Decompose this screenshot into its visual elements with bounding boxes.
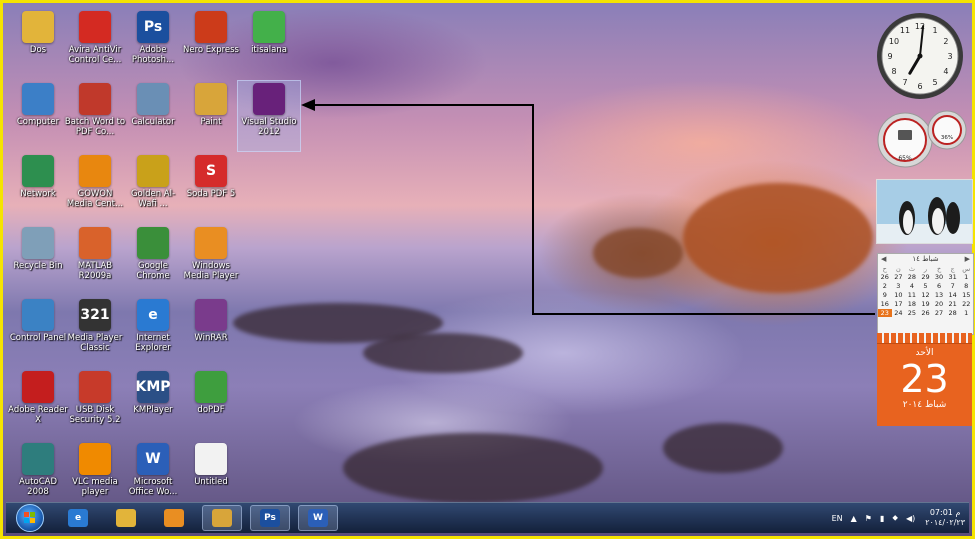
word-icon: W [308,509,328,527]
paint-icon [212,509,232,527]
folder-icon [116,509,136,527]
flag-icon[interactable]: ⚑ [865,514,872,523]
photoshop-taskbar-button[interactable]: Ps [250,505,290,531]
desktop[interactable]: Dos Avira AntiVir Control Ce... Ps Adobe Ph… [0,0,975,539]
word-taskbar-button[interactable]: W [298,505,338,531]
internet-explorer-icon: e [68,509,88,527]
ie-taskbar-button[interactable]: e [58,505,98,531]
explorer-taskbar-button[interactable] [106,505,146,531]
network-tray-icon[interactable]: ⬥ [892,513,898,523]
tray-date: ٢٠١٤/٠٢/٢٣ [925,518,965,527]
taskbar: e Ps W EN ▲ ⚑ ▮ ⬥ ◀) 07:01 م ٢٠١٤/٠٢/٢٣ [6,502,969,533]
annotation-arrow [301,99,875,315]
photoshop-icon: Ps [260,509,280,527]
language-indicator[interactable]: EN [832,514,843,523]
system-tray: EN ▲ ⚑ ▮ ⬥ ◀) 07:01 م ٢٠١٤/٠٢/٢٣ [824,503,965,533]
clock-tray[interactable]: 07:01 م ٢٠١٤/٠٢/٢٣ [925,508,965,528]
media-player-icon [164,509,184,527]
windows-logo-icon [16,504,44,532]
battery-icon[interactable]: ▮ [880,514,884,523]
start-button[interactable] [14,503,46,533]
paint-taskbar-button[interactable] [202,505,242,531]
volume-icon[interactable]: ◀) [906,514,915,523]
media-player-taskbar-button[interactable] [154,505,194,531]
show-hidden-icons-icon[interactable]: ▲ [851,514,857,523]
tray-time: 07:01 م [929,508,961,517]
